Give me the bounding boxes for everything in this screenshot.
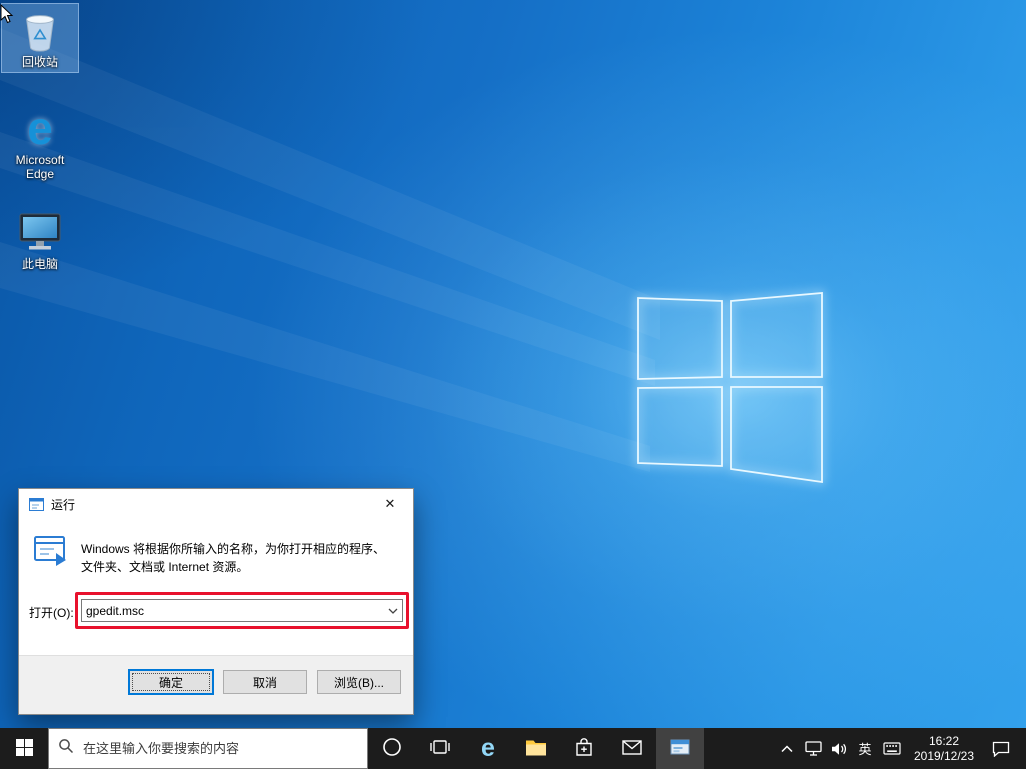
run-dialog-titlebar[interactable]: 运行 ✕	[19, 489, 413, 519]
taskbar-clock[interactable]: 16:22 2019/12/23	[906, 728, 982, 769]
browse-button[interactable]: 浏览(B)...	[317, 670, 401, 694]
store-bag-icon	[575, 737, 593, 760]
description-line-1: Windows 将根据你所输入的名称，为你打开相应的程序、	[81, 540, 407, 558]
run-command-input[interactable]	[82, 600, 384, 621]
ok-button[interactable]: 确定	[129, 670, 213, 694]
run-dialog-icon	[33, 535, 69, 572]
active-window-button[interactable]	[656, 728, 704, 769]
hidden-icons-chevron-icon[interactable]	[774, 728, 800, 769]
desktop-icon-microsoft-edge[interactable]: e Microsoft Edge	[2, 102, 78, 184]
taskbar-search-box[interactable]	[48, 728, 368, 769]
volume-icon[interactable]	[826, 728, 852, 769]
store-button[interactable]	[560, 728, 608, 769]
description-line-2: 文件夹、文档或 Internet 资源。	[81, 558, 407, 576]
action-center-icon[interactable]	[982, 728, 1020, 769]
clock-date: 2019/12/23	[914, 749, 974, 764]
cancel-button[interactable]: 取消	[223, 670, 307, 694]
recycle-bin-icon	[16, 6, 64, 54]
screen: 回收站 e Microsoft Edge	[0, 0, 1026, 769]
desktop-icon-this-pc[interactable]: 此电脑	[2, 206, 78, 274]
run-window-taskbar-icon	[670, 738, 690, 759]
task-view-button[interactable]	[416, 728, 464, 769]
run-dialog-title: 运行	[51, 496, 75, 513]
search-icon	[58, 738, 74, 759]
desktop-icon-label: 回收站	[2, 55, 78, 69]
search-input[interactable]	[83, 741, 358, 756]
edge-icon: e	[481, 736, 495, 761]
task-view-icon	[430, 738, 450, 759]
system-tray: 英 16:22 2019/12/23	[774, 728, 1026, 769]
run-dialog-description: Windows 将根据你所输入的名称，为你打开相应的程序、 文件夹、文档或 In…	[81, 540, 407, 576]
folder-icon	[525, 738, 547, 759]
taskbar: e	[0, 728, 1026, 769]
clock-time: 16:22	[929, 734, 959, 749]
close-icon[interactable]: ✕	[367, 489, 413, 519]
windows-logo-icon	[16, 739, 33, 759]
edge-icon: e	[16, 104, 64, 152]
file-explorer-button[interactable]	[512, 728, 560, 769]
run-command-combobox[interactable]	[81, 599, 403, 622]
desktop-icon-label: Microsoft Edge	[2, 153, 78, 181]
mouse-cursor	[0, 4, 14, 29]
chevron-down-icon[interactable]	[384, 600, 402, 621]
mail-button[interactable]	[608, 728, 656, 769]
open-label: 打开(O):	[29, 604, 74, 621]
this-pc-icon	[16, 208, 64, 256]
cortana-button[interactable]	[368, 728, 416, 769]
network-icon[interactable]	[800, 728, 826, 769]
touch-keyboard-icon[interactable]	[878, 728, 906, 769]
run-dialog: 运行 ✕ Windows 将根据你所输入的名称，为你打开相应的程序、 文件夹、文…	[18, 488, 414, 715]
ime-indicator[interactable]: 英	[852, 728, 878, 769]
cortana-icon	[382, 737, 402, 760]
desktop-icon-label: 此电脑	[2, 257, 78, 271]
edge-button[interactable]: e	[464, 728, 512, 769]
run-window-icon	[28, 496, 44, 512]
start-button[interactable]	[0, 728, 48, 769]
run-dialog-footer: 确定 取消 浏览(B)...	[19, 655, 413, 714]
mail-icon	[622, 740, 642, 758]
